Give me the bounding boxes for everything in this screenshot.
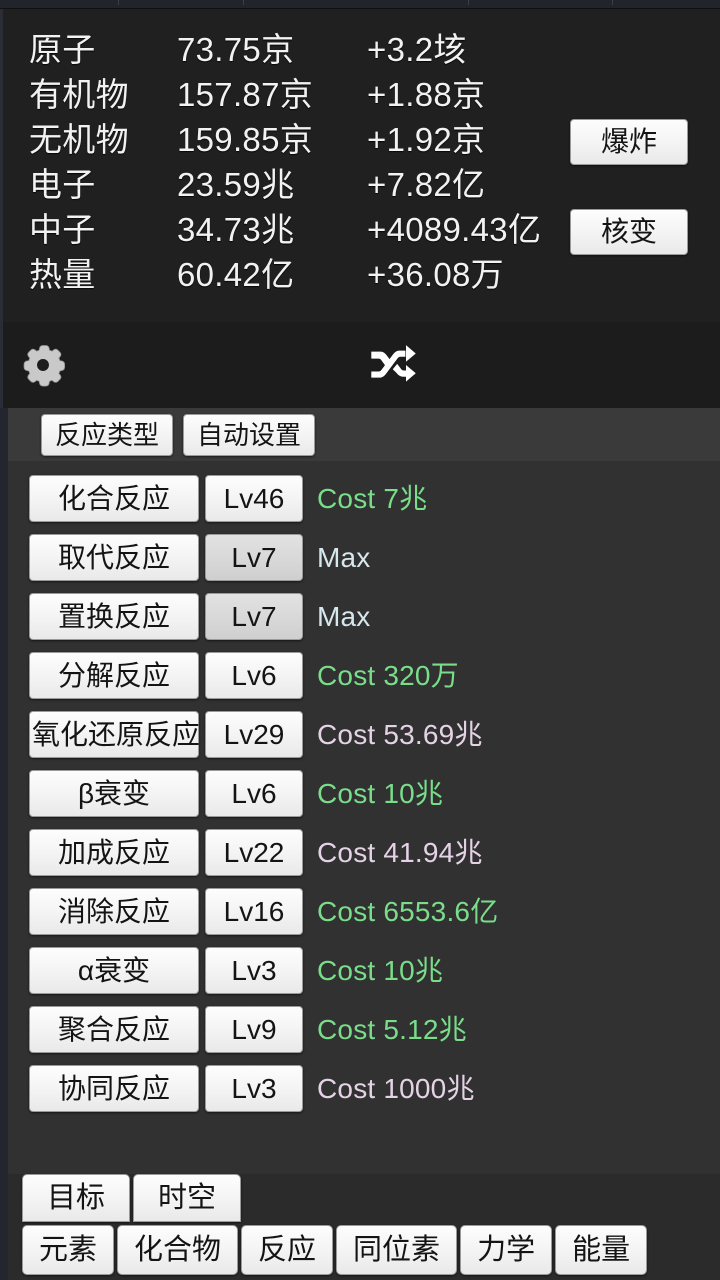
nav-reactions[interactable]: 反应 — [241, 1225, 333, 1275]
action-button-group: 爆炸 核变 — [570, 9, 690, 255]
reaction-cost-label: Cost 41.94兆 — [317, 838, 483, 868]
reaction-level-button[interactable]: Lv9 — [205, 1006, 303, 1053]
reaction-row: 取代反应Lv7 Max — [8, 528, 720, 587]
reaction-name-button[interactable]: 聚合反应 — [29, 1006, 199, 1053]
resource-name: 原子 — [29, 27, 177, 72]
reaction-cost-label: Cost 53.69兆 — [317, 720, 483, 750]
resource-stat-row: 热量60.42亿+36.08万 — [29, 252, 720, 297]
reaction-row: 加成反应Lv22 Cost 41.94兆 — [8, 823, 720, 882]
reaction-name-button[interactable]: 协同反应 — [29, 1065, 199, 1112]
reaction-name-button[interactable]: α衰变 — [29, 947, 199, 994]
game-screen: 原子73.75京+3.2垓有机物157.87京+1.88京无机物159.85京+… — [0, 0, 720, 1280]
reaction-name-button[interactable]: 分解反应 — [29, 652, 199, 699]
reaction-level-button[interactable]: Lv3 — [205, 947, 303, 994]
secondary-nav-bar: 目标 时空 — [0, 1174, 720, 1224]
reaction-row: β衰变Lv6 Cost 10兆 — [8, 764, 720, 823]
reaction-cost-label: Cost 6553.6亿 — [317, 897, 498, 927]
reaction-cost-label: Cost 10兆 — [317, 956, 443, 986]
nav-spacetime[interactable]: 时空 — [133, 1174, 241, 1222]
reaction-level-button[interactable]: Lv6 — [205, 652, 303, 699]
resource-amount: 159.85京 — [177, 117, 357, 162]
reaction-level-button[interactable]: Lv22 — [205, 829, 303, 876]
reaction-name-button[interactable]: 化合反应 — [29, 475, 199, 522]
resource-name: 中子 — [29, 207, 177, 252]
resource-amount: 23.59兆 — [177, 162, 357, 207]
reaction-name-button[interactable]: β衰变 — [29, 770, 199, 817]
resource-rate: +1.92京 — [357, 117, 485, 162]
reaction-name-button[interactable]: 氧化还原反应 — [29, 711, 199, 758]
reaction-row: 聚合反应Lv9 Cost 5.12兆 — [8, 1000, 720, 1059]
reaction-level-button[interactable]: Lv7 — [205, 534, 303, 581]
nav-goals[interactable]: 目标 — [22, 1174, 130, 1222]
reaction-level-button[interactable]: Lv46 — [205, 475, 303, 522]
icon-toolbar — [0, 322, 720, 408]
reaction-cost-label: Cost 320万 — [317, 661, 459, 691]
resource-amount: 73.75京 — [177, 27, 357, 72]
reaction-row: α衰变Lv3 Cost 10兆 — [8, 941, 720, 1000]
reaction-row: 分解反应Lv6 Cost 320万 — [8, 646, 720, 705]
reaction-name-button[interactable]: 置换反应 — [29, 593, 199, 640]
nav-elements[interactable]: 元素 — [22, 1225, 114, 1275]
resource-amount: 157.87京 — [177, 72, 357, 117]
reaction-row: 置换反应Lv7 Max — [8, 587, 720, 646]
reaction-level-button[interactable]: Lv16 — [205, 888, 303, 935]
resource-rate: +3.2垓 — [357, 27, 467, 72]
resource-rate: +7.82亿 — [357, 162, 485, 207]
shuffle-button[interactable] — [366, 339, 418, 391]
reaction-level-button[interactable]: Lv7 — [205, 593, 303, 640]
tab-reaction-types[interactable]: 反应类型 — [41, 414, 173, 456]
reaction-list: 化合反应Lv46Cost 7兆取代反应Lv7Max置换反应Lv7Max分解反应L… — [0, 461, 720, 1174]
reaction-cost-label: Cost 5.12兆 — [317, 1015, 467, 1045]
reaction-cost-label: Max — [317, 543, 371, 573]
reaction-row: 协同反应Lv3 Cost 1000兆 — [8, 1059, 720, 1118]
resource-amount: 60.42亿 — [177, 252, 357, 297]
reaction-row: 消除反应Lv16 Cost 6553.6亿 — [8, 882, 720, 941]
shuffle-icon — [367, 342, 417, 388]
reaction-level-button[interactable]: Lv29 — [205, 711, 303, 758]
nav-isotopes[interactable]: 同位素 — [336, 1225, 457, 1275]
reaction-row: 化合反应Lv46 Cost 7兆 — [8, 469, 720, 528]
tab-auto-settings[interactable]: 自动设置 — [183, 414, 315, 456]
explode-button[interactable]: 爆炸 — [570, 119, 688, 165]
resource-amount: 34.73兆 — [177, 207, 357, 252]
reaction-name-button[interactable]: 取代反应 — [29, 534, 199, 581]
reaction-name-button[interactable]: 消除反应 — [29, 888, 199, 935]
resource-name: 热量 — [29, 252, 177, 297]
system-status-bar — [0, 0, 720, 9]
resource-name: 有机物 — [29, 72, 177, 117]
resource-rate: +4089.43亿 — [357, 207, 541, 252]
resource-rate: +1.88京 — [357, 72, 485, 117]
nav-energy[interactable]: 能量 — [555, 1225, 647, 1275]
resource-rate: +36.08万 — [357, 252, 504, 297]
reaction-name-button[interactable]: 加成反应 — [29, 829, 199, 876]
reaction-cost-label: Cost 7兆 — [317, 484, 427, 514]
nav-compounds[interactable]: 化合物 — [117, 1225, 238, 1275]
resource-name: 无机物 — [29, 117, 177, 162]
settings-button[interactable] — [17, 339, 69, 391]
primary-nav-bar: 元素 化合物 反应 同位素 力学 能量 — [0, 1224, 720, 1280]
resource-name: 电子 — [29, 162, 177, 207]
reaction-row: 氧化还原反应Lv29 Cost 53.69兆 — [8, 705, 720, 764]
reaction-cost-label: Cost 10兆 — [317, 779, 443, 809]
reaction-level-button[interactable]: Lv6 — [205, 770, 303, 817]
reaction-cost-label: Max — [317, 602, 371, 632]
fusion-button[interactable]: 核变 — [570, 209, 688, 255]
category-tab-strip: 反应类型 自动设置 — [0, 408, 720, 461]
nav-mechanics[interactable]: 力学 — [460, 1225, 552, 1275]
reaction-level-button[interactable]: Lv3 — [205, 1065, 303, 1112]
resource-stats-panel: 原子73.75京+3.2垓有机物157.87京+1.88京无机物159.85京+… — [0, 9, 720, 322]
gear-icon — [20, 342, 66, 388]
reaction-rows-container: 化合反应Lv46Cost 7兆取代反应Lv7Max置换反应Lv7Max分解反应L… — [8, 469, 720, 1118]
reaction-cost-label: Cost 1000兆 — [317, 1074, 475, 1104]
